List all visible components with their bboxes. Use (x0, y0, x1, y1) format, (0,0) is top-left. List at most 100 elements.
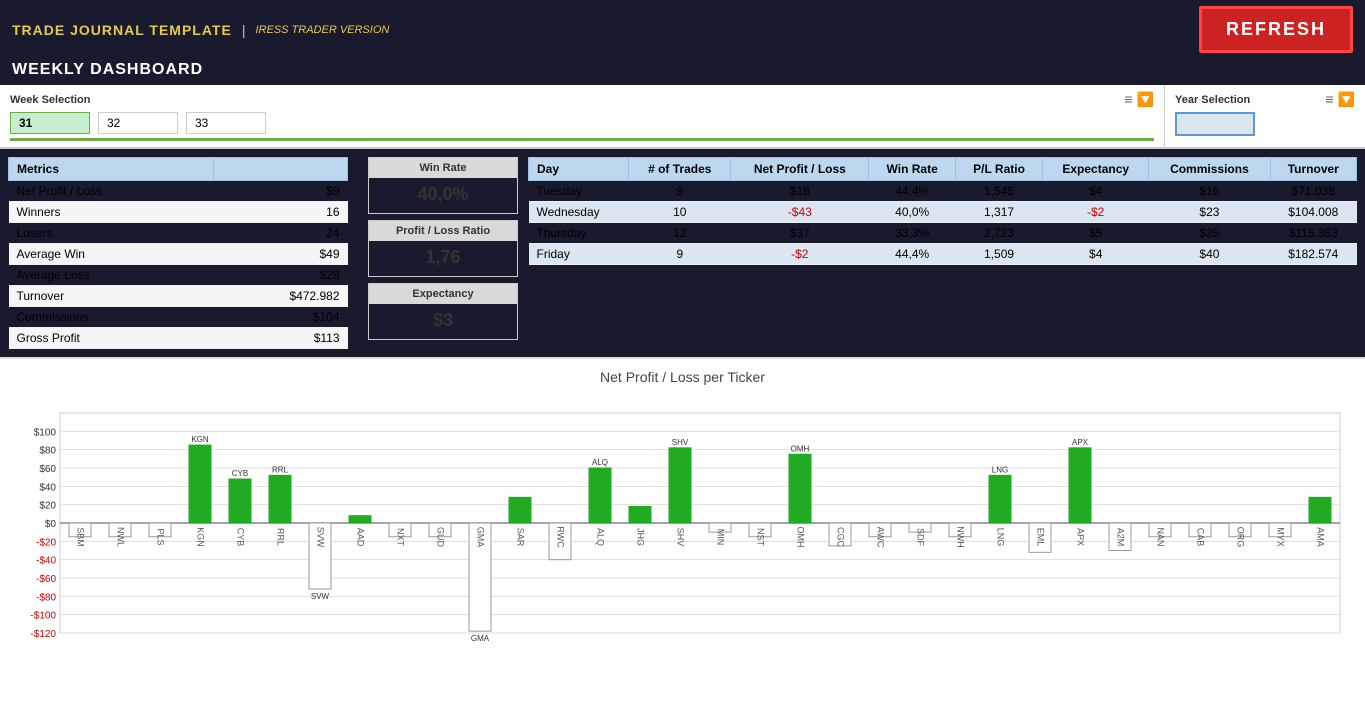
year-filter-icon[interactable]: 🔽 (1338, 91, 1355, 108)
svg-text:NAN: NAN (1156, 527, 1166, 546)
svg-text:AMA: AMA (1316, 527, 1326, 547)
day-winrate: 40,0% (869, 202, 956, 223)
metrics-row: Net Profit / Loss$9 (9, 181, 348, 202)
year-input[interactable]: 2018 (1175, 112, 1255, 136)
metrics-row: Average Win$49 (9, 244, 348, 265)
year-sort-icon[interactable]: ≡ (1325, 91, 1333, 108)
day-commissions: $23 (1149, 202, 1270, 223)
day-table-header: Win Rate (869, 158, 956, 181)
svg-text:-$120: -$120 (30, 629, 56, 640)
svg-text:PLS: PLS (156, 528, 166, 545)
day-commissions: $40 (1149, 244, 1270, 265)
week-input-31[interactable] (10, 112, 90, 134)
kpi-box: Profit / Loss Ratio1,76 (368, 220, 518, 277)
metric-value: $472.982 (214, 286, 348, 307)
svg-text:LNG: LNG (992, 465, 1008, 474)
svg-text:NWL: NWL (116, 527, 126, 547)
day-table-header: # of Trades (629, 158, 731, 181)
day-table: Day# of TradesNet Profit / LossWin RateP… (528, 157, 1357, 265)
svg-text:GMA: GMA (476, 527, 486, 548)
metric-label: Winners (9, 202, 214, 223)
svg-text:-$20: -$20 (36, 537, 56, 548)
svg-text:SHV: SHV (672, 438, 689, 447)
svg-text:SVW: SVW (311, 592, 330, 601)
day-plratio: 1,545 (955, 181, 1042, 202)
day-turnover: $71.038 (1270, 181, 1356, 202)
metric-value: $113 (214, 328, 348, 349)
kpi-box: Expectancy $3 (368, 283, 518, 340)
metric-label: Losers (9, 223, 214, 244)
day-name: Thursday (529, 223, 629, 244)
day-pnl: -$43 (731, 202, 869, 223)
year-selection-section: Year Selection ≡ 🔽 2018 (1165, 85, 1365, 147)
svg-text:ORG: ORG (1236, 527, 1246, 548)
filter-icon[interactable]: 🔽 (1137, 91, 1154, 108)
week-selection-section: Week Selection ≡ 🔽 (0, 85, 1165, 147)
svg-text:RWC: RWC (556, 526, 566, 548)
day-turnover: $115.363 (1270, 223, 1356, 244)
kpi-value: 1,76 (389, 247, 497, 268)
svg-text:CYB: CYB (232, 469, 248, 478)
metrics-row: Average Loss$28 (9, 265, 348, 286)
metric-value: $9 (214, 181, 348, 202)
svg-text:APX: APX (1076, 528, 1086, 546)
day-pnl: $37 (731, 223, 869, 244)
kpi-title: Expectancy (369, 284, 517, 304)
day-expectancy: $4 (1043, 244, 1149, 265)
svg-text:CGC: CGC (836, 527, 846, 548)
svg-text:SVW: SVW (316, 527, 326, 548)
day-turnover: $104.008 (1270, 202, 1356, 223)
kpi-section: Win Rate40,0%Profit / Loss Ratio1,76Expe… (368, 157, 518, 349)
svg-text:APX: APX (1072, 438, 1089, 447)
metrics-row: Losers24 (9, 223, 348, 244)
sort-icon[interactable]: ≡ (1124, 91, 1132, 108)
metrics-row: Turnover$472.982 (9, 286, 348, 307)
kpi-value: $3 (389, 310, 497, 331)
metric-label: Turnover (9, 286, 214, 307)
metric-label: Commissions (9, 307, 214, 328)
svg-text:$40: $40 (39, 482, 56, 493)
svg-text:$20: $20 (39, 501, 56, 512)
metric-label: Net Profit / Loss (9, 181, 214, 202)
header: TRADE JOURNAL TEMPLATE | IRESS TRADER VE… (0, 0, 1365, 59)
week-selection-label: Week Selection (10, 94, 91, 106)
chart-section: Net Profit / Loss per Ticker $100$80$60$… (0, 358, 1365, 723)
svg-text:$60: $60 (39, 464, 56, 475)
svg-text:$80: $80 (39, 446, 56, 457)
metric-value: $28 (214, 265, 348, 286)
day-expectancy: $4 (1043, 181, 1149, 202)
day-pnl: -$2 (731, 244, 869, 265)
day-expectancy: -$2 (1043, 202, 1149, 223)
metric-value: $104 (214, 307, 348, 328)
svg-text:ALQ: ALQ (592, 458, 608, 467)
week-inputs (10, 112, 1154, 134)
svg-text:A2M: A2M (1116, 528, 1126, 547)
green-underline (10, 138, 1154, 141)
day-name: Wednesday (529, 202, 629, 223)
week-input-33[interactable] (186, 112, 266, 134)
svg-text:-$80: -$80 (36, 592, 56, 603)
day-trades: 9 (629, 181, 731, 202)
refresh-button[interactable]: REFRESH (1199, 6, 1353, 53)
svg-text:RRL: RRL (272, 465, 289, 474)
metrics-row: Gross Profit$113 (9, 328, 348, 349)
dashboard-label-bar: WEEKLY DASHBOARD (0, 59, 1365, 85)
svg-text:ALQ: ALQ (596, 528, 606, 546)
day-name: Tuesday (529, 181, 629, 202)
metrics-row: Winners16 (9, 202, 348, 223)
svg-text:JHG: JHG (636, 528, 646, 546)
metric-label: Average Win (9, 244, 214, 265)
svg-text:-$60: -$60 (36, 574, 56, 585)
svg-text:SBM: SBM (76, 527, 86, 547)
day-winrate: 44,4% (869, 181, 956, 202)
svg-text:OMH: OMH (796, 527, 806, 548)
day-winrate: 44,4% (869, 244, 956, 265)
svg-text:SHV: SHV (676, 528, 686, 547)
kpi-title: Win Rate (369, 158, 517, 178)
app-title: TRADE JOURNAL TEMPLATE (12, 22, 232, 38)
week-input-32[interactable] (98, 112, 178, 134)
dashboard-title: WEEKLY DASHBOARD (12, 61, 203, 78)
year-selection-label: Year Selection (1175, 94, 1250, 106)
day-table-row: Friday 9 -$2 44,4% 1,509 $4 $40 $182.574 (529, 244, 1357, 265)
day-plratio: 1,509 (955, 244, 1042, 265)
